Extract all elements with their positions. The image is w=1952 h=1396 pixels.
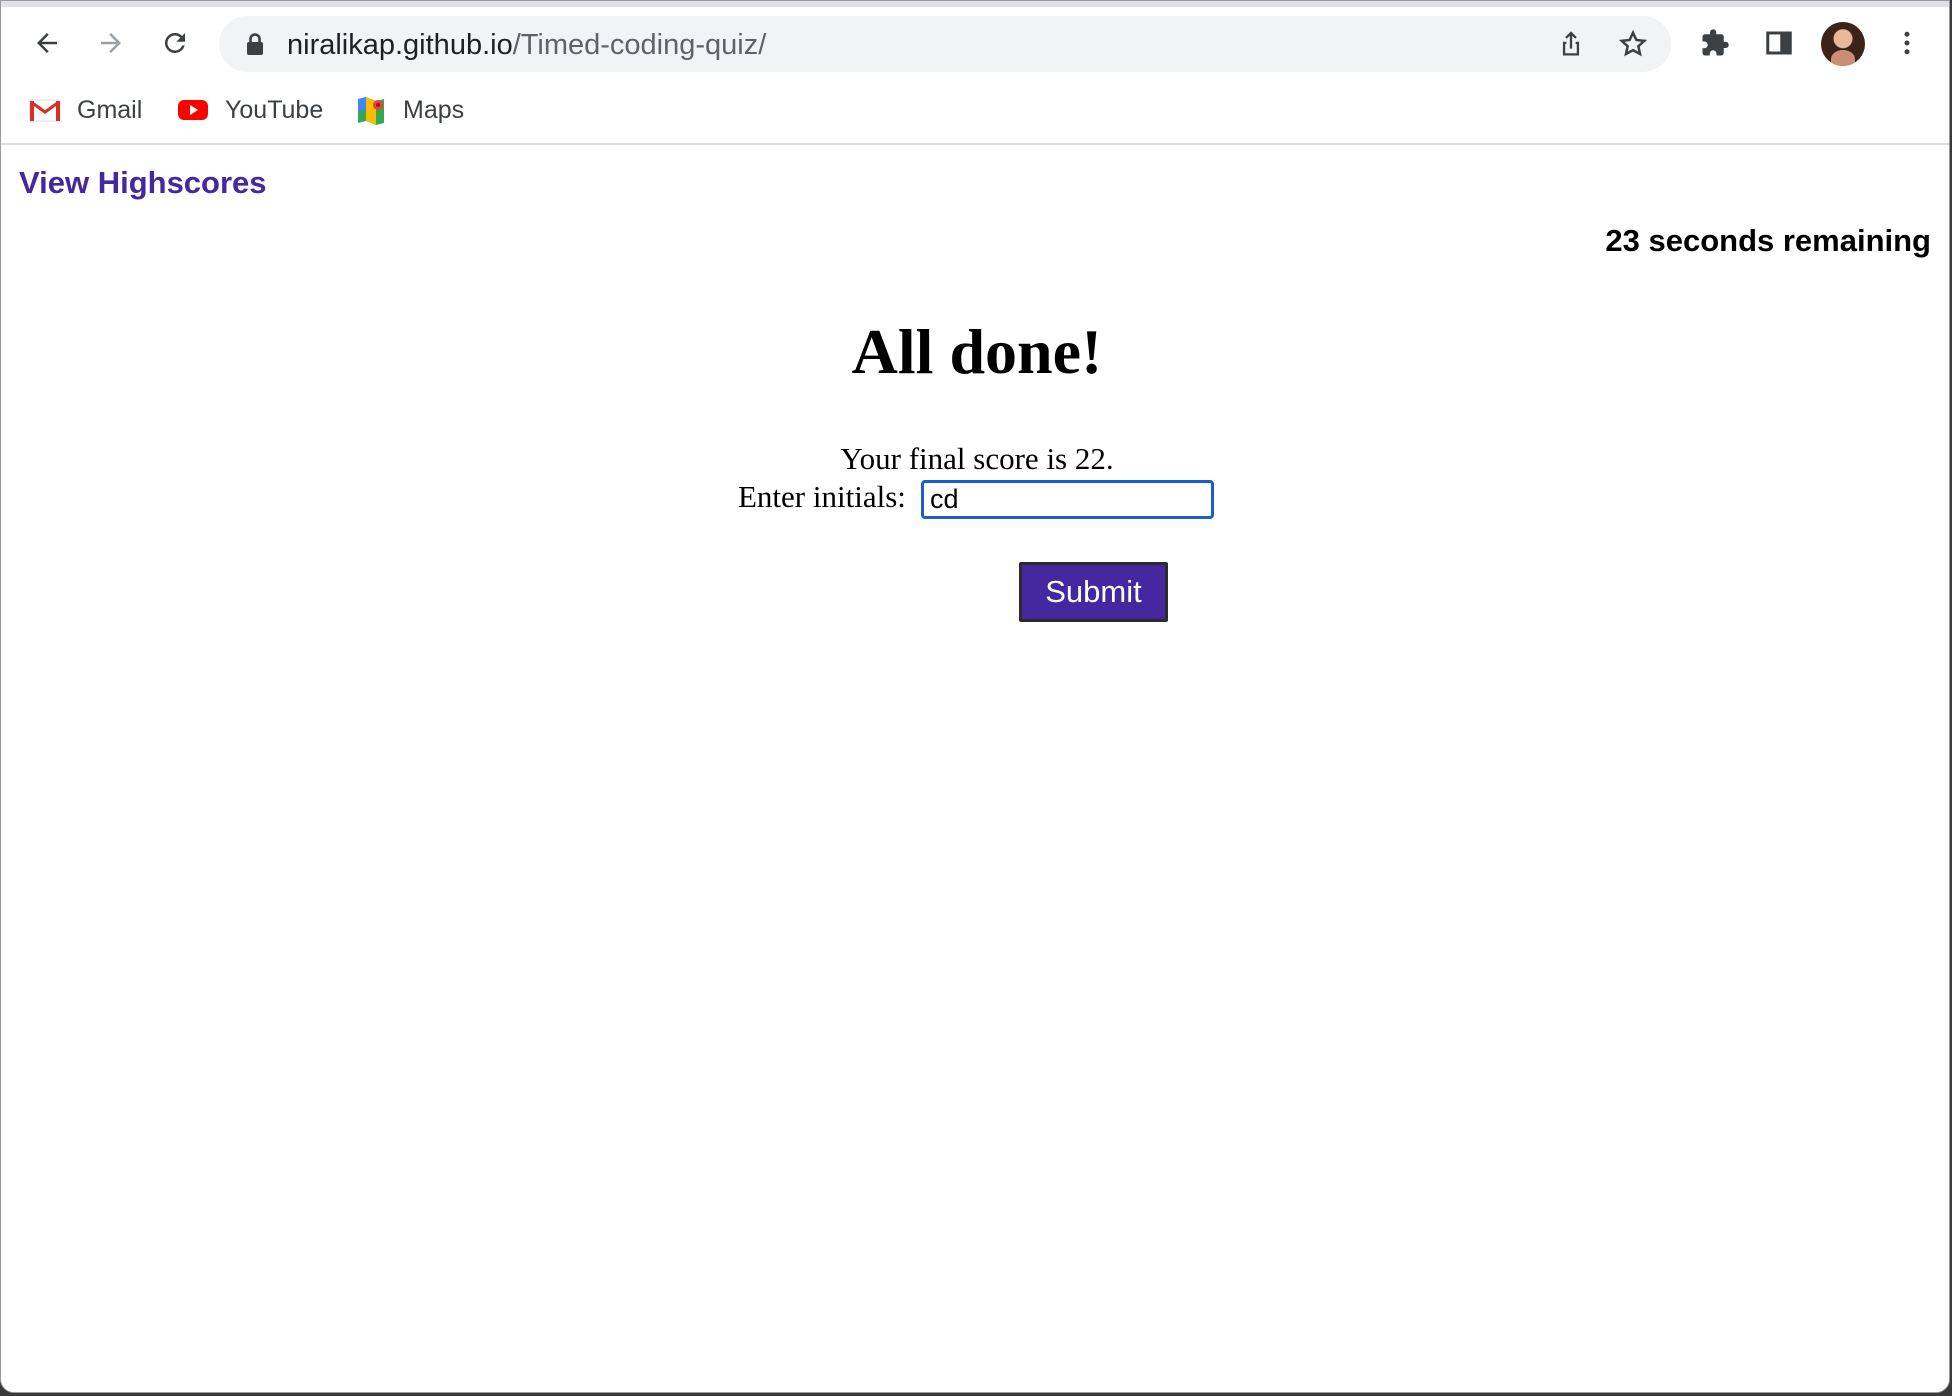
bookmark-label: Gmail bbox=[77, 95, 143, 124]
initials-label: Enter initials: bbox=[738, 479, 906, 514]
bookmark-star-button[interactable] bbox=[1615, 26, 1651, 62]
side-panel-button[interactable] bbox=[1759, 23, 1799, 63]
arrow-right-icon bbox=[101, 33, 121, 53]
url-text: niralikap.github.io/Timed-coding-quiz/ bbox=[287, 29, 766, 62]
browser-toolbar: niralikap.github.io/Timed-coding-quiz/ bbox=[1, 7, 1949, 79]
maps-icon bbox=[355, 94, 387, 126]
bookmark-label: Maps bbox=[403, 95, 465, 124]
quiz-page: View Highscores 23 seconds remaining All… bbox=[1, 145, 1949, 1392]
extensions-button[interactable] bbox=[1695, 23, 1735, 63]
address-bar[interactable]: niralikap.github.io/Timed-coding-quiz/ bbox=[219, 16, 1671, 72]
star-icon bbox=[1618, 29, 1648, 57]
url-path: /Timed-coding-quiz/ bbox=[512, 29, 767, 61]
timer-text: 23 seconds remaining bbox=[1605, 223, 1931, 258]
share-button[interactable] bbox=[1553, 26, 1589, 62]
view-highscores-link[interactable]: View Highscores bbox=[19, 165, 267, 201]
bookmark-label: YouTube bbox=[225, 95, 324, 124]
initials-input[interactable] bbox=[921, 480, 1214, 519]
arrow-left-icon bbox=[37, 33, 57, 53]
lock-icon bbox=[247, 33, 263, 55]
page-title: All done! bbox=[851, 316, 1103, 387]
kebab-menu-icon bbox=[1904, 31, 1910, 55]
submit-button[interactable]: Submit bbox=[1019, 562, 1168, 622]
share-icon bbox=[1562, 31, 1580, 56]
final-score-text: Your final score is 22. bbox=[840, 441, 1114, 476]
bookmarks-bar: Gmail YouTube Maps bbox=[1, 79, 1949, 145]
bookmark-gmail[interactable]: Gmail bbox=[29, 91, 142, 129]
browser-window: niralikap.github.io/Timed-coding-quiz/ G… bbox=[0, 0, 1950, 1393]
browser-menu-button[interactable] bbox=[1887, 23, 1927, 63]
bookmark-youtube[interactable]: YouTube bbox=[177, 91, 323, 129]
url-host: niralikap.github.io bbox=[287, 29, 513, 61]
youtube-icon bbox=[177, 94, 209, 126]
puzzle-icon bbox=[1702, 29, 1729, 56]
reload-button[interactable] bbox=[153, 21, 197, 65]
back-button[interactable] bbox=[25, 21, 69, 65]
avatar[interactable] bbox=[1821, 22, 1865, 66]
side-panel-icon bbox=[1766, 31, 1792, 55]
bookmark-maps[interactable]: Maps bbox=[355, 91, 464, 129]
reload-icon bbox=[164, 32, 185, 53]
forward-button[interactable] bbox=[89, 21, 133, 65]
gmail-icon bbox=[29, 94, 61, 126]
